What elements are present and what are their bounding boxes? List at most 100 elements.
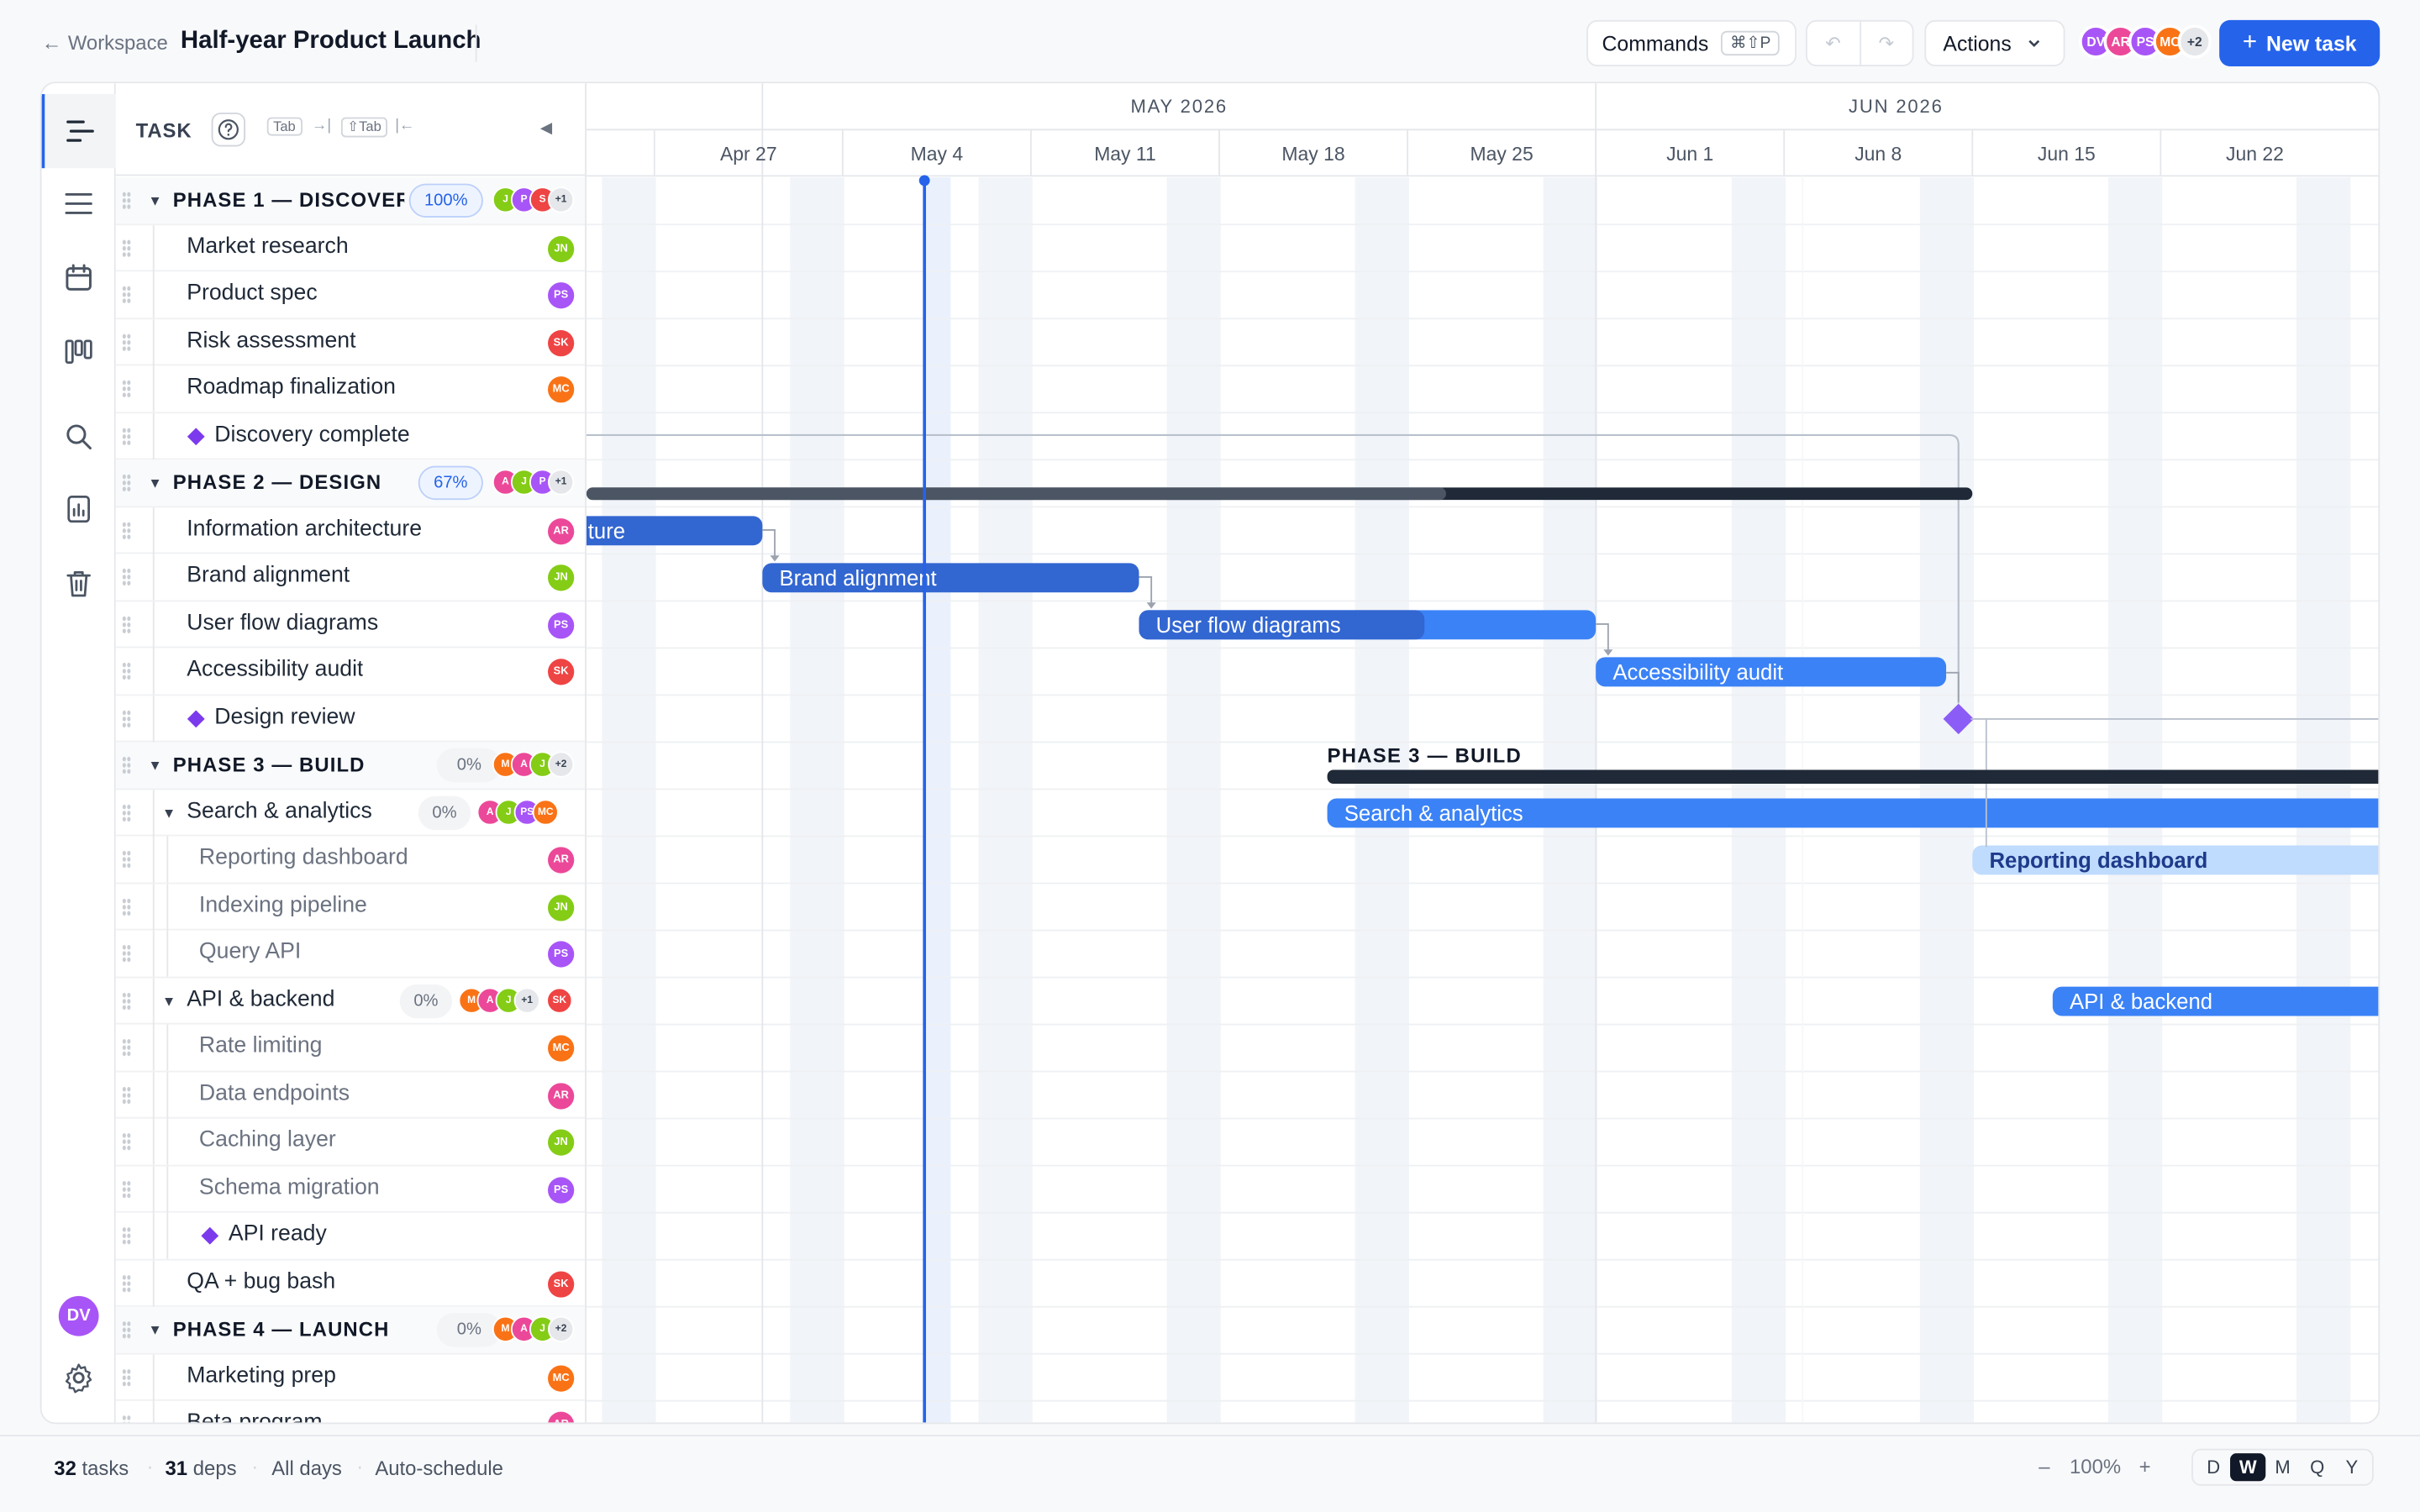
collaborator-avatars[interactable]: DV AR PS MC +2 bbox=[2079, 24, 2212, 59]
assignee-stack[interactable]: A J P +1 bbox=[492, 469, 575, 496]
drag-handle-icon[interactable] bbox=[122, 1132, 132, 1152]
list-view-icon[interactable] bbox=[42, 166, 116, 240]
phase-row[interactable]: ▼ PHASE 3 — BUILD 0% M A J +2 bbox=[115, 742, 586, 790]
drag-handle-icon[interactable] bbox=[122, 1226, 132, 1246]
drag-handle-icon[interactable] bbox=[122, 1368, 132, 1387]
phase-progress-bar[interactable] bbox=[586, 487, 1446, 501]
collapse-triangle-icon[interactable]: ▼ bbox=[148, 475, 161, 491]
drag-handle-icon[interactable] bbox=[122, 708, 132, 728]
phase-bar-label[interactable]: PHASE 3 — BUILD bbox=[1328, 744, 1522, 767]
zoom-out-button[interactable]: – bbox=[2039, 1455, 2049, 1478]
gantt-bar-label[interactable]: Brand alignment bbox=[780, 567, 937, 591]
task-row[interactable]: Reporting dashboard AR bbox=[115, 836, 586, 884]
drag-handle-icon[interactable] bbox=[122, 897, 132, 916]
assignee-avatar[interactable]: MC bbox=[548, 1035, 575, 1062]
drag-handle-icon[interactable] bbox=[122, 1320, 132, 1340]
commands-button[interactable]: Commands ⌘⇧P bbox=[1586, 19, 1797, 66]
task-row[interactable]: Caching layer JN bbox=[115, 1118, 586, 1166]
task-row[interactable]: QA + bug bash SK bbox=[115, 1259, 586, 1307]
trash-icon[interactable] bbox=[42, 546, 116, 620]
gantt-bar-label[interactable]: ture bbox=[588, 520, 625, 543]
collapse-triangle-icon[interactable]: ▼ bbox=[148, 758, 161, 773]
assignee-avatar[interactable]: PS bbox=[548, 282, 575, 309]
drag-handle-icon[interactable] bbox=[122, 1085, 132, 1105]
drag-handle-icon[interactable] bbox=[122, 755, 132, 775]
task-row[interactable]: Marketing prep MC bbox=[115, 1353, 586, 1401]
board-view-icon[interactable] bbox=[42, 315, 116, 389]
collapse-panel-icon[interactable]: ◀ bbox=[540, 120, 552, 137]
task-row[interactable]: Indexing pipeline JN bbox=[115, 883, 586, 931]
timescale-d[interactable]: D bbox=[2196, 1453, 2231, 1481]
drag-handle-icon[interactable] bbox=[122, 567, 132, 586]
task-row[interactable]: Brand alignment JN bbox=[115, 554, 586, 601]
collapse-triangle-icon[interactable]: ▼ bbox=[148, 193, 161, 208]
auto-schedule-toggle[interactable]: Auto-schedule bbox=[375, 1457, 503, 1480]
assignee-avatar[interactable]: JN bbox=[548, 564, 575, 591]
assignee-avatar[interactable]: PS bbox=[548, 1176, 575, 1203]
gantt-bar-label[interactable]: API & backend bbox=[2070, 990, 2212, 1014]
timescale-m[interactable]: M bbox=[2265, 1453, 2300, 1481]
drag-handle-icon[interactable] bbox=[122, 520, 132, 539]
milestone-row[interactable]: Design review bbox=[115, 695, 586, 743]
task-row[interactable]: Rate limiting MC bbox=[115, 1024, 586, 1072]
phase-row[interactable]: ▼ PHASE 2 — DESIGN 67% A J P +1 bbox=[115, 459, 586, 507]
timescale-w[interactable]: W bbox=[2230, 1453, 2265, 1482]
gantt-bar-label[interactable]: User flow diagrams bbox=[1156, 614, 1341, 638]
drag-handle-icon[interactable] bbox=[122, 661, 132, 680]
redo-icon[interactable]: ↷ bbox=[1859, 21, 1912, 66]
assignee-avatar[interactable]: PS bbox=[548, 612, 575, 638]
task-row[interactable]: Query API PS bbox=[115, 930, 586, 978]
gear-icon[interactable] bbox=[42, 1341, 116, 1415]
assignee-stack[interactable]: M A J +1 SK bbox=[458, 986, 573, 1013]
days-filter[interactable]: All days bbox=[271, 1457, 342, 1480]
assignee-avatar[interactable]: AR bbox=[548, 1411, 575, 1423]
assignee-avatar[interactable]: AR bbox=[548, 847, 575, 874]
drag-handle-icon[interactable] bbox=[122, 426, 132, 445]
drag-handle-icon[interactable] bbox=[122, 850, 132, 869]
drag-handle-icon[interactable] bbox=[122, 1179, 132, 1199]
timescale-q[interactable]: Q bbox=[2300, 1453, 2334, 1481]
assignee-avatar[interactable]: JN bbox=[548, 1129, 575, 1156]
milestone-row[interactable]: API ready bbox=[115, 1212, 586, 1260]
back-link[interactable]: ← Workspace bbox=[42, 31, 168, 55]
task-row[interactable]: Beta program AR bbox=[116, 1400, 585, 1423]
assignee-stack[interactable]: M A J +2 bbox=[492, 1315, 575, 1342]
more-collaborators[interactable]: +2 bbox=[2177, 24, 2212, 59]
gantt-chart[interactable]: MAY 2026 JUN 2026 Apr 27 May 4 May 11 May 18 M… bbox=[586, 83, 2381, 1423]
calendar-view-icon[interactable] bbox=[42, 241, 116, 315]
assignee-avatar[interactable]: JN bbox=[548, 235, 575, 262]
task-row[interactable]: Market research JN bbox=[115, 224, 586, 272]
page-title[interactable]: Half-year Product Launch bbox=[181, 28, 481, 55]
gantt-bar-label[interactable]: Search & analytics bbox=[1344, 802, 1523, 826]
task-row[interactable]: Roadmap finalization MC bbox=[115, 365, 586, 413]
assignee-avatar[interactable]: SK bbox=[548, 659, 575, 685]
drag-handle-icon[interactable] bbox=[122, 473, 132, 492]
assignee-avatar[interactable]: AR bbox=[548, 1082, 575, 1109]
gantt-view-icon[interactable] bbox=[41, 94, 116, 169]
task-row[interactable]: Accessibility audit SK bbox=[115, 648, 586, 696]
gantt-bar-label[interactable]: Reporting dashboard bbox=[1990, 849, 2208, 873]
drag-handle-icon[interactable] bbox=[122, 285, 132, 304]
task-row[interactable]: Schema migration PS bbox=[115, 1165, 586, 1213]
group-row[interactable]: ▼ API & backend 0% M A J +1 SK bbox=[115, 977, 586, 1025]
reports-icon[interactable] bbox=[42, 472, 116, 546]
assignee-avatar[interactable]: JN bbox=[548, 894, 575, 921]
undo-icon[interactable]: ↶ bbox=[1807, 22, 1860, 65]
assignee-avatar[interactable]: MC bbox=[548, 1364, 575, 1391]
task-row[interactable]: Risk assessment SK bbox=[115, 318, 586, 366]
assignee-stack[interactable]: M A J +2 bbox=[492, 751, 575, 778]
actions-button[interactable]: Actions bbox=[1924, 19, 2065, 66]
drag-handle-icon[interactable] bbox=[122, 332, 132, 351]
drag-handle-icon[interactable] bbox=[122, 1415, 132, 1423]
assignee-stack[interactable]: J P S +1 bbox=[492, 186, 575, 213]
assignee-avatar[interactable]: SK bbox=[548, 329, 575, 356]
collapse-triangle-icon[interactable]: ▼ bbox=[162, 805, 176, 820]
assignee-avatar[interactable]: SK bbox=[548, 1270, 575, 1297]
phase-row[interactable]: ▼ PHASE 4 — LAUNCH 0% M A J +2 bbox=[115, 1306, 586, 1354]
search-icon[interactable] bbox=[42, 400, 116, 474]
drag-handle-icon[interactable] bbox=[122, 1273, 132, 1293]
timescale-y[interactable]: Y bbox=[2334, 1453, 2369, 1481]
drag-handle-icon[interactable] bbox=[122, 379, 132, 398]
milestone-row[interactable]: Discovery complete bbox=[115, 412, 586, 460]
phase-summary-bar[interactable] bbox=[1327, 769, 2381, 785]
